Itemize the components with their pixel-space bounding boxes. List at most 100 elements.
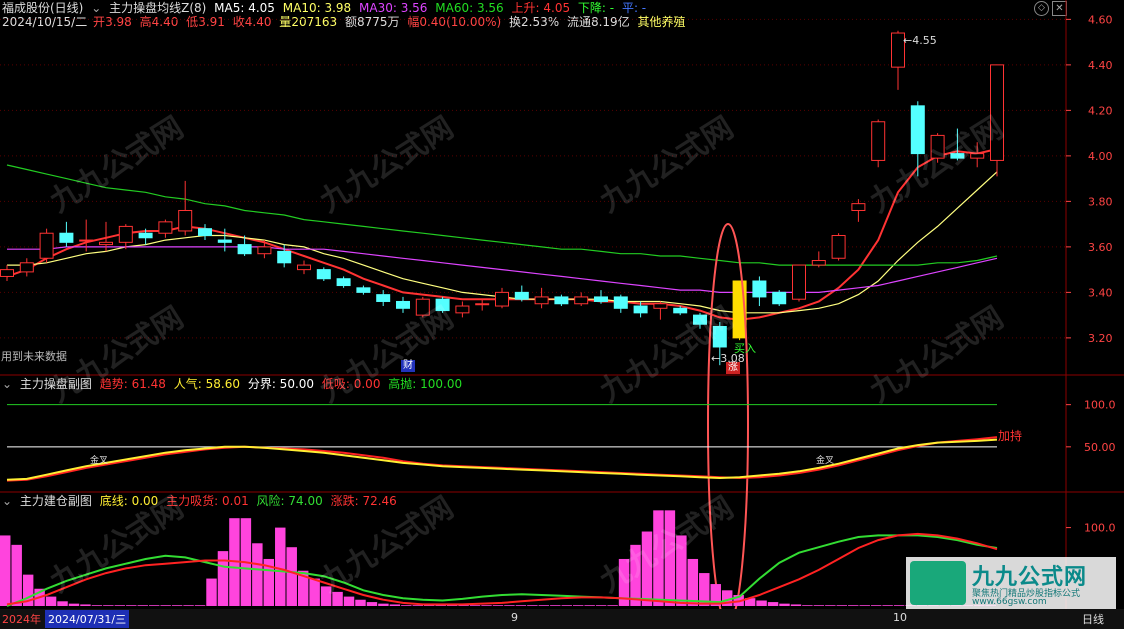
volume-bar [561, 605, 572, 606]
sub1-tick-label: 100.0 [1084, 399, 1116, 412]
candle [574, 296, 589, 305]
volume-bar [171, 605, 183, 606]
sub1-cross-label-2: 金叉 [816, 456, 835, 466]
sub2-risk: 风险: 74.00 [256, 494, 323, 508]
stock-chart-window: 福成股份(日线) ⌄ 主力操盘均线Z(8) MA5: 4.05 MA10: 3.… [0, 0, 1124, 629]
volume-bar [825, 605, 836, 606]
candle [158, 221, 173, 234]
candle [871, 121, 886, 161]
brand-mark-icon [910, 561, 966, 605]
volume-bar [57, 601, 68, 606]
price-axis: 3.20 3.40 3.60 3.80 4.00 4.20 4.40 4.60 50.00 100… [1066, 13, 1116, 535]
low-price-value: 3.08 [720, 352, 745, 365]
volume-bar [45, 596, 57, 606]
volume-bar [469, 605, 481, 606]
candle [396, 300, 410, 309]
volume-bar [504, 605, 515, 606]
candle [831, 235, 846, 259]
volume-bar [572, 605, 584, 606]
sub2-line [6, 534, 998, 607]
volume-bar [607, 605, 618, 606]
volume-bar [103, 605, 114, 606]
sub2-rise-fall: 涨跌: 72.46 [330, 494, 397, 508]
candle [514, 291, 529, 300]
candle [455, 305, 470, 314]
candle [950, 153, 965, 159]
volume-bar [882, 605, 893, 606]
volume-bar [343, 596, 355, 606]
volume-bar [0, 535, 11, 606]
future-data-note: 用到未来数据 [1, 350, 67, 363]
sub1-trend: 趋势: 61.48 [99, 377, 166, 391]
time-axis-bar: 2024年 2024/07/31/三 9 10 日线 [0, 609, 1124, 629]
volume-bar [550, 605, 561, 606]
grid-layer [0, 0, 1124, 609]
candle [277, 250, 292, 264]
period-label[interactable]: 日线 [1082, 611, 1104, 627]
low-price-marker: ←3.08 [711, 352, 745, 365]
sub1-menu-icon[interactable]: ⌄ [2, 377, 12, 391]
brand-logo: 九九公式网 聚焦热门精品炒股指标公式 www.66gsw.com [906, 557, 1116, 609]
volume-bar [584, 605, 595, 606]
sub2-bottom-line: 底线: 0.00 [99, 494, 159, 508]
candle [257, 246, 272, 255]
indicator-panel-2 [0, 510, 998, 607]
candlestick-panel [0, 30, 1004, 625]
candle [435, 298, 450, 312]
volume-bar [767, 602, 779, 606]
chart-canvas[interactable]: 3.20 3.40 3.60 3.80 4.00 4.20 4.40 4.60 50.00 100… [0, 0, 1124, 629]
volume-bar [893, 605, 905, 606]
sub1-line [6, 436, 998, 482]
candle [198, 228, 212, 237]
volume-bar [320, 586, 332, 606]
candle [376, 294, 391, 302]
volume-bar [366, 602, 378, 606]
volume-bar [126, 605, 137, 606]
sub1-add-label: 加持 [998, 429, 1023, 443]
volume-bar [515, 605, 527, 606]
volume-bar [676, 535, 687, 606]
candle [237, 244, 252, 255]
volume-bar [595, 605, 607, 606]
volume-bar [11, 544, 22, 606]
month-10-label: 10 [893, 611, 907, 624]
candle [0, 269, 14, 277]
candle [19, 262, 34, 273]
volume-bar [183, 605, 194, 606]
candle [316, 269, 331, 280]
candle [475, 303, 490, 306]
volume-bar [756, 600, 767, 606]
sub1-title[interactable]: 主力操盘副图 [20, 377, 92, 391]
candle [297, 264, 311, 271]
high-price-value: 4.55 [912, 34, 937, 47]
volume-bar [206, 578, 217, 606]
year-label: 2024年 [2, 613, 41, 626]
selected-date-box[interactable]: 2024/07/31/三 [45, 610, 130, 628]
price-tick-label: 3.80 [1088, 195, 1113, 208]
highlight-ellipse [707, 223, 749, 625]
volume-bar [848, 605, 859, 606]
volume-bar [836, 605, 848, 606]
candle [217, 239, 232, 243]
candle [673, 307, 688, 314]
candle [534, 296, 549, 305]
month-9-label: 9 [511, 611, 518, 624]
candle [752, 280, 767, 298]
volume-bar [492, 605, 504, 606]
candle [415, 298, 430, 316]
volume-bar [687, 558, 699, 606]
finance-marker[interactable]: 财 [401, 360, 415, 372]
candle [653, 303, 668, 309]
volume-bar [332, 591, 343, 606]
candle [178, 209, 193, 232]
sub1-popularity: 人气: 58.60 [173, 377, 240, 391]
price-tick-label: 3.60 [1088, 241, 1113, 254]
volume-bar [252, 543, 263, 606]
sub1-divider: 分界: 50.00 [247, 377, 315, 391]
sub2-tick-label: 100.0 [1084, 522, 1116, 535]
volume-bar [802, 605, 813, 606]
sub2-title[interactable]: 主力建仓副图 [20, 494, 92, 508]
price-tick-label: 4.40 [1088, 59, 1113, 72]
sub2-menu-icon[interactable]: ⌄ [2, 494, 12, 508]
volume-bar [641, 531, 653, 606]
